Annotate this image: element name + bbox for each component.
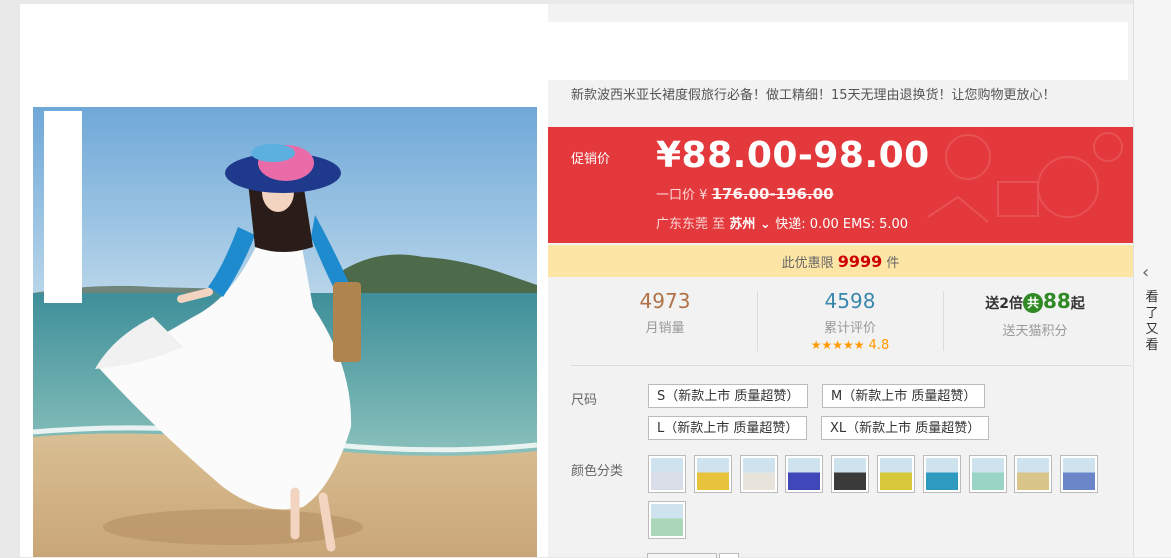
color-swatch[interactable] [1060,455,1098,493]
promo-limit: 9999 [837,252,883,271]
chevron-down-icon: ⌄ [759,217,771,232]
color-swatch[interactable] [923,455,961,493]
chevron-left-icon: ‹ [1142,262,1150,283]
points-label: 送天猫积分 [1002,324,1068,339]
rating-score: 4.8 [868,338,890,353]
beach-photo [33,107,537,557]
original-price-row: 一口价 ¥ 176.00-196.00 [656,184,834,203]
see-also-sidebar[interactable]: ‹ 看了又看 [1133,0,1171,557]
size-option-s[interactable]: S（新款上市 质量超赞） [648,384,809,408]
product-main-image[interactable] [33,107,537,557]
shipping-fees: 快递: 0.00 EMS: 5.00 [775,217,909,232]
color-swatch-thumbnail [743,458,775,490]
see-also-label: 看了又看 [1145,290,1159,353]
divider [757,291,758,351]
product-subtitle: 新款波西米亚长裙度假旅行必备！做工精细！15天无理由退换货！让您购物更放心！ [571,88,1056,103]
original-price-label: 一口价 [656,188,696,203]
monthly-sales-label: 月销量 [645,321,685,336]
points-suffix: 起 [1070,296,1085,312]
color-swatch[interactable] [740,455,778,493]
color-swatch-thumbnail [651,504,683,536]
points-value: 88 [1042,289,1071,313]
quantity-input[interactable] [647,553,717,558]
total-reviews[interactable]: 4598 累计评价 ★★★★★ 4.8 [760,289,940,353]
image-thumbnail-placeholder[interactable] [44,111,82,303]
color-swatch[interactable] [785,455,823,493]
promo-price-label: 促销价 [571,152,611,167]
color-swatch[interactable] [694,455,732,493]
points-badge: 共 [1022,293,1043,313]
color-swatch-thumbnail [972,458,1004,490]
price-panel: 促销价 ¥88.00-98.00 一口价 ¥ 176.00-196.00 广东东… [548,127,1133,243]
promo-prefix: 此优惠限 [781,256,834,271]
size-option-l[interactable]: L（新款上市 质量超赞） [648,416,808,440]
original-price-currency: ¥ [699,188,708,203]
color-swatch-thumbnail [834,458,866,490]
ship-from: 广东东莞 [656,217,709,232]
color-swatch-thumbnail [788,458,820,490]
points-row: 送2倍共 88起 [950,289,1120,316]
color-swatch-thumbnail [1017,458,1049,490]
points-prefix: 送2倍 [985,296,1023,312]
shipping-row: 广东东莞 至 苏州 ⌄ 快递: 0.00 EMS: 5.00 [656,213,908,232]
original-price: 176.00-196.00 [711,185,834,203]
tmall-points: 送2倍共 88起 送天猫积分 [950,289,1120,339]
size-label: 尺码 [571,393,598,408]
divider [571,365,1131,366]
color-swatch-thumbnail [1063,458,1095,490]
color-swatch[interactable] [831,455,869,493]
promo-suffix: 件 [886,256,900,271]
color-swatch-thumbnail [651,458,683,490]
promo-limit-bar: 此优惠限 9999 件 [548,245,1133,277]
size-option-m[interactable]: M（新款上市 质量超赞） [822,384,986,408]
ship-to-word: 至 [712,217,726,232]
star-icons: ★★★★★ [810,338,865,352]
color-swatch[interactable] [877,455,915,493]
title-area [548,22,1128,80]
monthly-sales: 4973 月销量 [590,289,740,336]
color-swatch[interactable] [648,455,686,493]
reviews-value: 4598 [824,289,876,313]
quantity-increase-button[interactable] [719,553,739,558]
color-swatch[interactable] [648,501,686,539]
size-option-xl[interactable]: XL（新款上市 质量超赞） [821,416,990,440]
rating-stars: ★★★★★ 4.8 [760,338,940,353]
color-swatch-thumbnail [926,458,958,490]
current-price: ¥88.00-98.00 [656,135,930,176]
color-swatch-thumbnail [880,458,912,490]
color-swatch-thumbnail [697,458,729,490]
ship-to-city: 苏州 [729,217,756,232]
divider [943,291,944,351]
color-label: 颜色分类 [571,464,624,479]
monthly-sales-value: 4973 [639,289,691,313]
color-swatch[interactable] [969,455,1007,493]
reviews-label: 累计评价 [823,321,876,336]
color-swatch[interactable] [1014,455,1052,493]
ship-to-city-select[interactable]: 苏州 ⌄ [729,217,775,232]
